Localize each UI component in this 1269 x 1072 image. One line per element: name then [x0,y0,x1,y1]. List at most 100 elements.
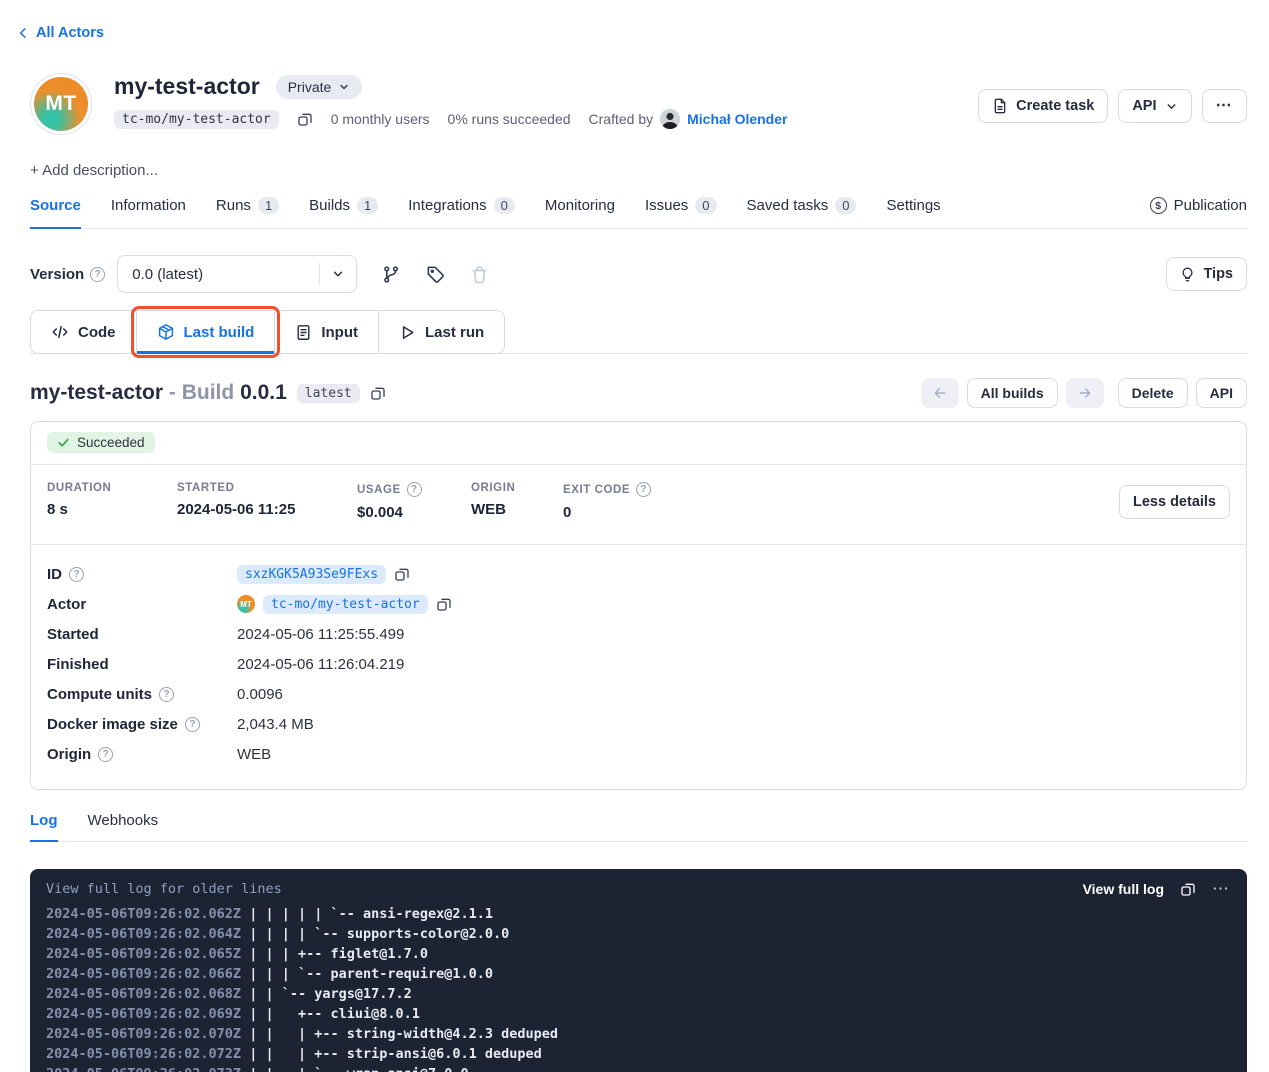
actor-header: MT my-test-actor Private tc-mo/my-test-a… [30,73,1247,135]
more-actions-button[interactable]: ⋯ [1202,89,1248,123]
log-line: 2024-05-06T09:26:02.062Z | | | | | `-- a… [46,904,1231,924]
log-line: 2024-05-06T09:26:02.066Z | | | `-- paren… [46,964,1231,984]
api-button[interactable]: API [1196,378,1247,408]
stat-origin: ORIGIN WEB [471,482,529,521]
version-select[interactable]: 0.0 (latest) [117,255,357,293]
git-branch-icon[interactable] [382,265,401,284]
add-description-link[interactable]: + Add description... [30,162,158,179]
count-badge: 0 [695,197,716,214]
tab-monitoring[interactable]: Monitoring [545,197,615,229]
chevron-down-icon [319,263,356,285]
api-dropdown-button[interactable]: API [1118,89,1191,123]
tab-saved-tasks[interactable]: Saved tasks0 [747,197,857,229]
detail-row-id: ID? sxzKGK5A93Se9FExs [47,559,1230,589]
log-line: 2024-05-06T09:26:02.065Z | | | +-- figle… [46,944,1231,964]
author-avatar [660,109,680,129]
tab-issues[interactable]: Issues0 [645,197,717,229]
view-older-log-link[interactable]: View full log for older lines [46,881,282,897]
page-title: my-test-actor [114,73,260,100]
all-builds-button[interactable]: All builds [967,378,1058,408]
log-line: 2024-05-06T09:26:02.070Z | | | +-- strin… [46,1024,1231,1044]
next-build-button[interactable] [1066,378,1104,408]
actor-link-badge[interactable]: tc-mo/my-test-actor [263,595,428,614]
count-badge: 0 [835,197,856,214]
play-icon [399,324,416,341]
stat-exit-code: EXIT CODE? 0 [563,482,651,521]
tab-code[interactable]: Code [31,311,136,353]
log-lines[interactable]: 2024-05-06T09:26:02.062Z | | | | | `-- a… [46,904,1231,1072]
publication-link[interactable]: $ Publication [1150,197,1247,227]
tab-webhooks[interactable]: Webhooks [88,812,159,842]
tab-runs[interactable]: Runs1 [216,197,279,229]
count-badge: 1 [357,197,378,214]
help-icon[interactable]: ? [98,747,113,762]
tab-settings[interactable]: Settings [886,197,940,229]
package-icon [157,323,175,341]
log-line: 2024-05-06T09:26:02.068Z | | `-- yargs@1… [46,984,1231,1004]
status-badge: Succeeded [47,432,155,453]
help-icon[interactable]: ? [185,717,200,732]
delete-button[interactable]: Delete [1118,378,1188,408]
chevron-down-icon [1165,100,1178,113]
build-card: Succeeded DURATION 8 s STARTED 2024-05-0… [30,421,1247,790]
chevron-left-icon [16,26,30,40]
view-full-log-button[interactable]: View full log [1083,881,1164,897]
stat-started: STARTED 2024-05-06 11:25 [177,482,323,521]
latest-tag-badge: latest [297,384,360,403]
build-id-badge[interactable]: sxzKGK5A93Se9FExs [237,565,386,584]
document-icon [992,98,1008,114]
version-label: Version [30,266,84,283]
tag-icon[interactable] [426,265,445,284]
log-more-icon[interactable]: ⋯ [1212,880,1231,897]
log-line: 2024-05-06T09:26:02.073Z | | | `-- wrap-… [46,1064,1231,1072]
chevron-down-icon [338,81,350,93]
tab-integrations[interactable]: Integrations0 [408,197,515,229]
back-link-label: All Actors [36,25,104,41]
tab-input[interactable]: Input [274,311,378,353]
tab-information[interactable]: Information [111,197,186,229]
author-link[interactable]: Michał Olender [687,111,787,127]
monthly-users-stat: 0 monthly users [331,111,430,127]
help-icon[interactable]: ? [90,267,105,282]
detail-row-compute-units: Compute units? 0.0096 [47,679,1230,709]
lightbulb-icon [1180,267,1195,282]
tab-log[interactable]: Log [30,812,58,842]
help-icon[interactable]: ? [69,567,84,582]
detail-row-actor: Actor MT tc-mo/my-test-actor [47,589,1230,619]
tab-source[interactable]: Source [30,197,81,229]
ellipsis-icon: ⋯ [1216,98,1234,114]
tips-button[interactable]: Tips [1166,257,1247,291]
help-icon[interactable]: ? [407,482,422,497]
tab-last-run[interactable]: Last run [378,311,504,353]
tab-last-build[interactable]: Last build [136,311,275,353]
actor-mini-avatar: MT [237,595,255,613]
copy-icon[interactable] [394,566,410,582]
back-link-all-actors[interactable]: All Actors [16,25,104,41]
previous-build-button[interactable] [921,378,959,408]
source-subtab-bar: Code Last build Input Last run [30,310,1247,354]
log-line: 2024-05-06T09:26:02.064Z | | | | `-- sup… [46,924,1231,944]
copy-icon[interactable] [297,111,313,127]
detail-row-docker-size: Docker image size? 2,043.4 MB [47,709,1230,739]
code-icon [51,323,69,341]
dollar-circle-icon: $ [1150,197,1167,214]
visibility-dropdown[interactable]: Private [276,75,363,99]
help-icon[interactable]: ? [636,482,651,497]
copy-icon[interactable] [1180,881,1196,897]
main-tab-bar: Source Information Runs1 Builds1 Integration… [30,197,1247,229]
less-details-button[interactable]: Less details [1119,485,1230,519]
crafted-by-label: Crafted by [589,111,654,127]
actor-slug-badge[interactable]: tc-mo/my-test-actor [114,110,279,129]
create-task-button[interactable]: Create task [978,89,1108,123]
tab-builds[interactable]: Builds1 [309,197,378,229]
copy-icon[interactable] [370,385,386,401]
runs-succeeded-stat: 0% runs succeeded [448,111,571,127]
help-icon[interactable]: ? [159,687,174,702]
detail-row-started: Started 2024-05-06 11:25:55.499 [47,619,1230,649]
count-badge: 1 [258,197,279,214]
trash-icon [470,265,489,284]
copy-icon[interactable] [436,596,452,612]
stat-duration: DURATION 8 s [47,482,143,521]
detail-row-finished: Finished 2024-05-06 11:26:04.219 [47,649,1230,679]
count-badge: 0 [494,197,515,214]
